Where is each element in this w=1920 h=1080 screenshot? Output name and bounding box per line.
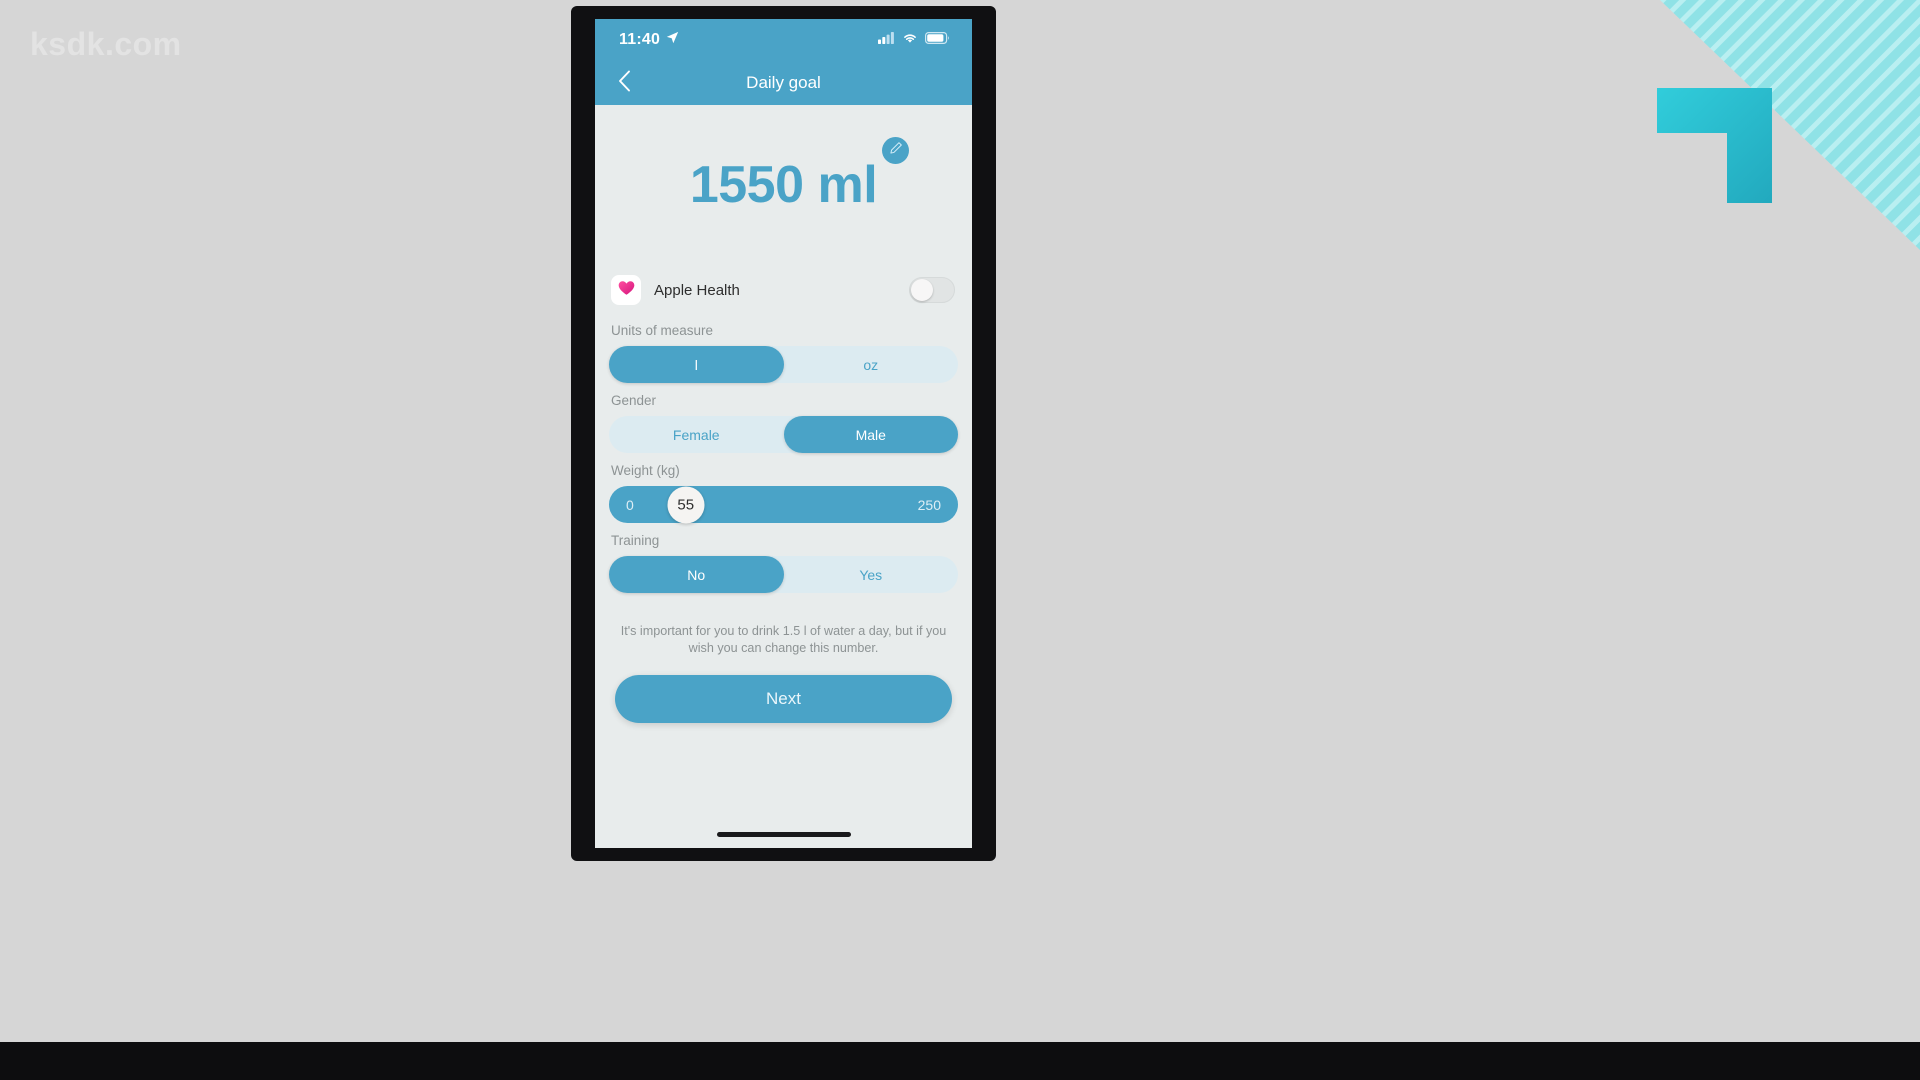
weight-label: Weight (kg) (611, 463, 680, 478)
training-segmented-control: No Yes (609, 556, 958, 593)
broadcast-bottom-bar (0, 1042, 1920, 1080)
gender-segmented-control: Female Male (609, 416, 958, 453)
gender-group: Gender Female Male (609, 393, 958, 453)
weight-slider[interactable]: 0 250 55 (609, 486, 958, 523)
broadcast-watermark: ksdk.com (30, 26, 182, 62)
home-indicator-wrap (595, 820, 972, 848)
pencil-icon (889, 141, 903, 160)
daily-goal-value: 1550 ml (689, 156, 878, 214)
status-bar-left: 11:40 (619, 31, 679, 49)
apple-health-app-icon (611, 275, 641, 305)
weight-slider-max: 250 (917, 496, 941, 513)
location-arrow-icon (666, 31, 679, 49)
units-label: Units of measure (611, 323, 714, 338)
toggle-knob (911, 279, 933, 301)
status-time: 11:40 (619, 31, 661, 48)
units-option-oz[interactable]: oz (784, 346, 959, 383)
heart-icon (618, 280, 635, 301)
back-button[interactable] (611, 68, 637, 98)
hydration-note: It's important for you to drink 1.5 l of… (620, 624, 947, 655)
wifi-icon (902, 31, 918, 49)
status-bar: 11:40 (595, 19, 972, 61)
units-option-l[interactable]: l (609, 346, 784, 383)
daily-goal-block: 1550 ml (609, 105, 958, 265)
training-option-yes[interactable]: Yes (784, 556, 959, 593)
training-label: Training (611, 533, 660, 548)
weight-slider-min: 0 (626, 496, 634, 513)
training-group: Training No Yes (609, 533, 958, 593)
page-title: Daily goal (746, 73, 821, 92)
navigation-bar: Daily goal (595, 61, 972, 105)
training-option-no[interactable]: No (609, 556, 784, 593)
phone-screen: 11:40 Daily goal 1550 ml Apple Health Un… (595, 19, 972, 848)
units-group: Units of measure l oz (609, 323, 958, 383)
gender-option-female[interactable]: Female (609, 416, 784, 453)
units-segmented-control: l oz (609, 346, 958, 383)
decorative-teal-graphic (1600, 0, 1920, 290)
apple-health-toggle[interactable] (909, 277, 955, 303)
edit-goal-button[interactable] (882, 137, 910, 164)
battery-icon (925, 31, 950, 49)
apple-health-label: Apple Health (654, 281, 740, 299)
chevron-left-icon (618, 70, 631, 97)
status-bar-right (878, 31, 950, 49)
home-indicator[interactable] (716, 831, 851, 837)
weight-slider-knob[interactable]: 55 (667, 486, 705, 523)
gender-option-male[interactable]: Male (783, 416, 958, 453)
screen-content: 1550 ml Apple Health Units of measure l … (595, 105, 972, 820)
next-button-wrap: Next (609, 675, 958, 723)
weight-group: Weight (kg) 0 250 55 (609, 463, 958, 523)
broadcast-stage: ksdk.com 11:40 Daily goal 1550 ml Apple … (0, 0, 1920, 1080)
gender-label: Gender (611, 393, 657, 408)
cellular-signal-icon (878, 31, 895, 49)
apple-health-row[interactable]: Apple Health (609, 267, 958, 313)
next-button[interactable]: Next (615, 675, 952, 723)
